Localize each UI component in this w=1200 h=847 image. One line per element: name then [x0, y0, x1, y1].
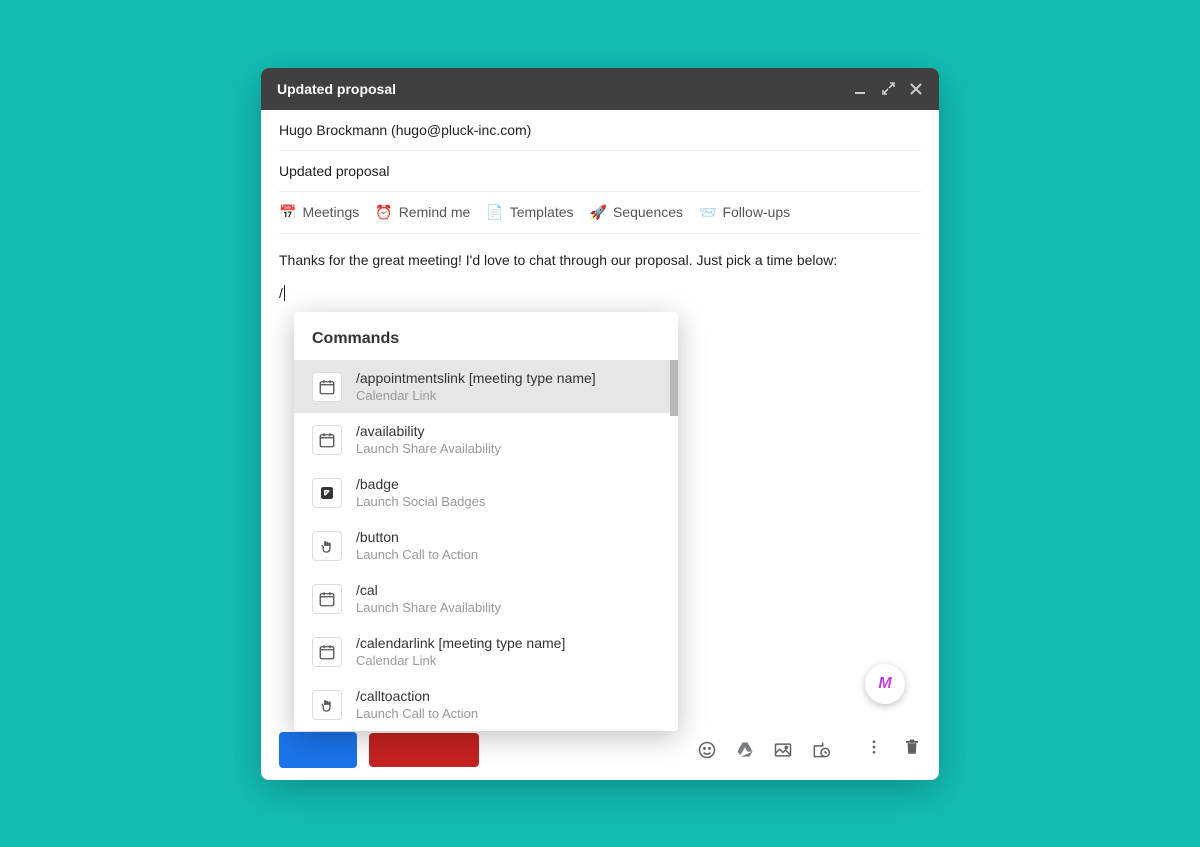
command-text: /cal Launch Share Availability — [356, 582, 501, 615]
pointer-icon — [312, 531, 342, 561]
mixmax-logo: M — [878, 675, 891, 693]
calendar-icon — [312, 637, 342, 667]
command-item[interactable]: /badge Launch Social Badges — [294, 466, 678, 519]
window-title: Updated proposal — [277, 81, 853, 97]
toolbar: 📅 Meetings ⏰ Remind me 📄 Templates 🚀 Seq… — [279, 192, 921, 234]
toolbar-label: Templates — [510, 204, 574, 220]
command-title: /calendarlink [meeting type name] — [356, 635, 565, 651]
command-sub: Launch Share Availability — [356, 441, 501, 456]
rocket-icon: 🚀 — [590, 204, 607, 221]
command-title: /availability — [356, 423, 501, 439]
command-sub: Launch Share Availability — [356, 600, 501, 615]
toolbar-label: Follow-ups — [722, 204, 790, 220]
commands-popup: Commands /appointmentslink [meeting type… — [294, 312, 678, 731]
more-icon[interactable] — [865, 738, 883, 761]
calendar-icon — [312, 425, 342, 455]
expand-icon[interactable] — [881, 82, 895, 96]
secondary-button[interactable] — [369, 733, 479, 767]
image-icon[interactable] — [773, 740, 793, 760]
email-body[interactable]: Thanks for the great meeting! I'd love t… — [279, 234, 921, 279]
bottom-bar — [279, 732, 921, 768]
trash-icon[interactable] — [903, 738, 921, 761]
command-sub: Launch Call to Action — [356, 547, 478, 562]
command-title: /calltoaction — [356, 688, 478, 704]
drive-icon[interactable] — [735, 740, 755, 760]
schedule-icon[interactable] — [811, 740, 831, 760]
bottom-icons — [697, 740, 831, 760]
command-sub: Calendar Link — [356, 388, 596, 403]
command-sub: Launch Call to Action — [356, 706, 478, 721]
toolbar-followups[interactable]: 📨 Follow-ups — [699, 204, 790, 221]
slash-input[interactable]: / — [279, 279, 921, 307]
minimize-icon[interactable] — [853, 82, 867, 96]
command-text: /calendarlink [meeting type name] Calenda… — [356, 635, 565, 668]
mixmax-fab[interactable]: M — [865, 664, 905, 704]
command-item[interactable]: /cal Launch Share Availability — [294, 572, 678, 625]
toolbar-templates[interactable]: 📄 Templates — [486, 204, 573, 221]
send-button[interactable] — [279, 732, 357, 768]
content: Hugo Brockmann (hugo@pluck-inc.com) Upda… — [261, 110, 939, 307]
emoji-icon[interactable] — [697, 740, 717, 760]
command-title: /badge — [356, 476, 485, 492]
subject-row[interactable]: Updated proposal — [279, 151, 921, 192]
commands-header: Commands — [294, 312, 678, 360]
titlebar-actions — [853, 82, 923, 96]
close-icon[interactable] — [909, 82, 923, 96]
calendar-icon — [312, 372, 342, 402]
command-text: /appointmentslink [meeting type name] Cal… — [356, 370, 596, 403]
command-item[interactable]: /calltoaction Launch Call to Action — [294, 678, 678, 731]
command-title: /cal — [356, 582, 501, 598]
toolbar-label: Remind me — [399, 204, 471, 220]
calendar-icon — [312, 584, 342, 614]
toolbar-label: Sequences — [613, 204, 683, 220]
command-title: /appointmentslink [meeting type name] — [356, 370, 596, 386]
command-item[interactable]: /calendarlink [meeting type name] Calenda… — [294, 625, 678, 678]
inbox-icon: 📨 — [699, 204, 716, 221]
command-text: /calltoaction Launch Call to Action — [356, 688, 478, 721]
toolbar-sequences[interactable]: 🚀 Sequences — [590, 204, 684, 221]
calendar-icon: 📅 — [279, 204, 296, 221]
document-icon: 📄 — [486, 204, 503, 221]
badge-icon — [312, 478, 342, 508]
command-text: /button Launch Call to Action — [356, 529, 478, 562]
command-text: /badge Launch Social Badges — [356, 476, 485, 509]
pointer-icon — [312, 690, 342, 720]
command-sub: Launch Social Badges — [356, 494, 485, 509]
command-item[interactable]: /button Launch Call to Action — [294, 519, 678, 572]
toolbar-remind[interactable]: ⏰ Remind me — [375, 204, 470, 221]
recipient-row[interactable]: Hugo Brockmann (hugo@pluck-inc.com) — [279, 110, 921, 151]
toolbar-label: Meetings — [302, 204, 359, 220]
alarm-icon: ⏰ — [375, 204, 392, 221]
command-title: /button — [356, 529, 478, 545]
toolbar-meetings[interactable]: 📅 Meetings — [279, 204, 359, 221]
command-sub: Calendar Link — [356, 653, 565, 668]
command-item[interactable]: /availability Launch Share Availability — [294, 413, 678, 466]
command-text: /availability Launch Share Availability — [356, 423, 501, 456]
scrollbar-thumb[interactable] — [670, 360, 678, 416]
titlebar: Updated proposal — [261, 68, 939, 110]
bottom-right — [865, 738, 921, 761]
command-item[interactable]: /appointmentslink [meeting type name] Cal… — [294, 360, 678, 413]
commands-list: /appointmentslink [meeting type name] Cal… — [294, 360, 678, 731]
